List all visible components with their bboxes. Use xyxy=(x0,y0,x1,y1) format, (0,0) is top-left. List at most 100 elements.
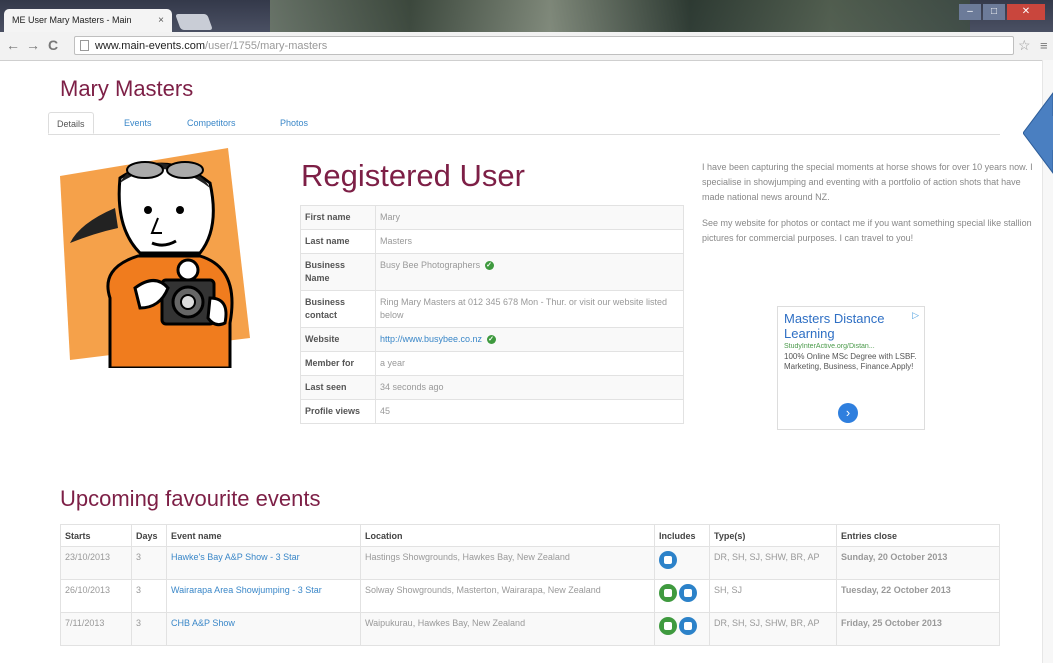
event-types: DR, SH, SJ, SHW, BR, AP xyxy=(709,612,837,646)
field-value: 45 xyxy=(375,399,684,424)
ad-title[interactable]: Masters Distance Learning xyxy=(784,311,902,341)
column-header[interactable]: Includes xyxy=(654,524,710,547)
tab-events[interactable]: Events xyxy=(124,112,152,134)
maximize-button[interactable]: □ xyxy=(983,4,1005,20)
field-label: Profile views xyxy=(300,399,376,424)
business-name-value: Busy Bee Photographers xyxy=(380,260,481,270)
field-label: Business contact xyxy=(300,290,376,328)
column-header[interactable]: Event name xyxy=(166,524,361,547)
event-location: Hastings Showgrounds, Hawkes Bay, New Ze… xyxy=(360,546,655,580)
table-row: 23/10/2013 3 Hawke's Bay A&P Show - 3 St… xyxy=(60,546,1000,580)
profile-row: Profile views 45 xyxy=(300,399,684,424)
column-header[interactable]: Days xyxy=(131,524,167,547)
event-start: 26/10/2013 xyxy=(60,579,132,613)
profile-row: Business contact Ring Mary Masters at 01… xyxy=(300,290,684,328)
url-host: www.main-events.com xyxy=(95,40,206,52)
entry-icon[interactable] xyxy=(659,584,677,602)
page-icon xyxy=(80,40,89,51)
adchoices-icon[interactable]: ▷ xyxy=(912,310,919,321)
ad-url[interactable]: StudyInterActive.org/Distan... xyxy=(784,343,918,350)
event-includes xyxy=(654,579,710,613)
field-value: Masters xyxy=(375,229,684,254)
profile-tabs: Details Events Competitors Photos xyxy=(48,112,1000,135)
verified-icon: ✓ xyxy=(484,261,494,271)
browser-toolbar: ← → C www.main-events.com/user/1755/mary… xyxy=(0,32,1053,61)
field-label: First name xyxy=(300,205,376,230)
back-button[interactable]: ← xyxy=(6,37,20,53)
browser-menu-icon[interactable]: ≡ xyxy=(1040,38,1048,53)
column-header[interactable]: Starts xyxy=(60,524,132,547)
minimize-button[interactable]: – xyxy=(959,4,981,20)
event-start: 23/10/2013 xyxy=(60,546,132,580)
column-header[interactable]: Type(s) xyxy=(709,524,837,547)
address-bar[interactable]: www.main-events.com/user/1755/mary-maste… xyxy=(74,36,1014,55)
forward-button[interactable]: → xyxy=(26,37,40,53)
event-includes xyxy=(654,546,710,580)
event-link[interactable]: Hawke's Bay A&P Show - 3 Star xyxy=(171,552,300,562)
browser-tabbar: ME User Mary Masters - Main × – □ ✕ xyxy=(0,0,1053,32)
column-header[interactable]: Location xyxy=(360,524,655,547)
event-days: 3 xyxy=(131,579,167,613)
bio-paragraph: I have been capturing the special moment… xyxy=(702,162,1033,202)
profile-row: Website http://www.busybee.co.nz ✓ xyxy=(300,327,684,352)
url-path: /user/1755/mary-masters xyxy=(205,40,328,52)
profile-row: Business Name Busy Bee Photographers ✓ xyxy=(300,253,684,291)
field-value: http://www.busybee.co.nz ✓ xyxy=(375,327,684,352)
event-link[interactable]: CHB A&P Show xyxy=(171,618,235,628)
bio-paragraph: See my website for photos or contact me … xyxy=(702,218,1032,243)
field-label: Website xyxy=(300,327,376,352)
entries-close: Sunday, 20 October 2013 xyxy=(836,546,1000,580)
field-label: Last seen xyxy=(300,375,376,400)
registered-user-heading: Registered User xyxy=(301,158,525,193)
profile-row: Last seen 34 seconds ago xyxy=(300,375,684,400)
event-types: SH, SJ xyxy=(709,579,837,613)
table-row: 26/10/2013 3 Wairarapa Area Showjumping … xyxy=(60,579,1000,613)
field-value: Mary xyxy=(375,205,684,230)
profile-row: Last name Masters xyxy=(300,229,684,254)
user-avatar-illustration xyxy=(60,148,250,368)
website-link[interactable]: http://www.busybee.co.nz xyxy=(380,334,482,344)
reload-button[interactable]: C xyxy=(48,37,58,53)
browser-tab[interactable]: ME User Mary Masters - Main × xyxy=(4,9,172,32)
event-days: 3 xyxy=(131,546,167,580)
field-label: Business Name xyxy=(300,253,376,291)
tab-close-icon[interactable]: × xyxy=(158,9,164,32)
ad-go-button[interactable]: › xyxy=(838,403,858,423)
event-location: Solway Showgrounds, Masterton, Wairarapa… xyxy=(360,579,655,613)
event-includes xyxy=(654,612,710,646)
tab-photos[interactable]: Photos xyxy=(280,112,308,134)
schedule-icon[interactable] xyxy=(659,551,677,569)
event-location: Waipukurau, Hawkes Bay, New Zealand xyxy=(360,612,655,646)
event-link[interactable]: Wairarapa Area Showjumping - 3 Star xyxy=(171,585,322,595)
advertisement[interactable]: ▷ Masters Distance Learning StudyInterAc… xyxy=(777,306,925,430)
profile-row: First name Mary xyxy=(300,205,684,230)
field-value: Ring Mary Masters at 012 345 678 Mon - T… xyxy=(375,290,684,328)
profile-details-table: First name Mary Last name Masters Busine… xyxy=(300,205,684,424)
entry-icon[interactable] xyxy=(659,617,677,635)
new-tab-button[interactable] xyxy=(175,14,213,30)
window-controls: – □ ✕ xyxy=(957,4,1045,20)
schedule-icon[interactable] xyxy=(679,617,697,635)
entries-close: Friday, 25 October 2013 xyxy=(836,612,1000,646)
schedule-icon[interactable] xyxy=(679,584,697,602)
event-start: 7/11/2013 xyxy=(60,612,132,646)
browser-tab-title: ME User Mary Masters - Main xyxy=(12,15,132,25)
upcoming-events-heading: Upcoming favourite events xyxy=(60,486,321,511)
event-days: 3 xyxy=(131,612,167,646)
upcoming-events-table: Starts Days Event name Location Includes… xyxy=(60,524,1000,646)
bookmark-star-icon[interactable]: ☆ xyxy=(1018,37,1031,54)
field-value: 34 seconds ago xyxy=(375,375,684,400)
table-header-row: Starts Days Event name Location Includes… xyxy=(60,524,1000,547)
tab-competitors[interactable]: Competitors xyxy=(187,112,236,134)
verified-icon: ✓ xyxy=(486,335,496,345)
event-name-cell: Wairarapa Area Showjumping - 3 Star xyxy=(166,579,361,613)
field-value: a year xyxy=(375,351,684,376)
table-row: 7/11/2013 3 CHB A&P Show Waipukurau, Haw… xyxy=(60,612,1000,646)
event-name-cell: Hawke's Bay A&P Show - 3 Star xyxy=(166,546,361,580)
tab-details[interactable]: Details xyxy=(48,112,94,134)
user-bio: I have been capturing the special moment… xyxy=(702,160,1034,257)
column-header[interactable]: Entries close xyxy=(836,524,1000,547)
close-window-button[interactable]: ✕ xyxy=(1007,4,1045,20)
field-label: Member for xyxy=(300,351,376,376)
event-types: DR, SH, SJ, SHW, BR, AP xyxy=(709,546,837,580)
